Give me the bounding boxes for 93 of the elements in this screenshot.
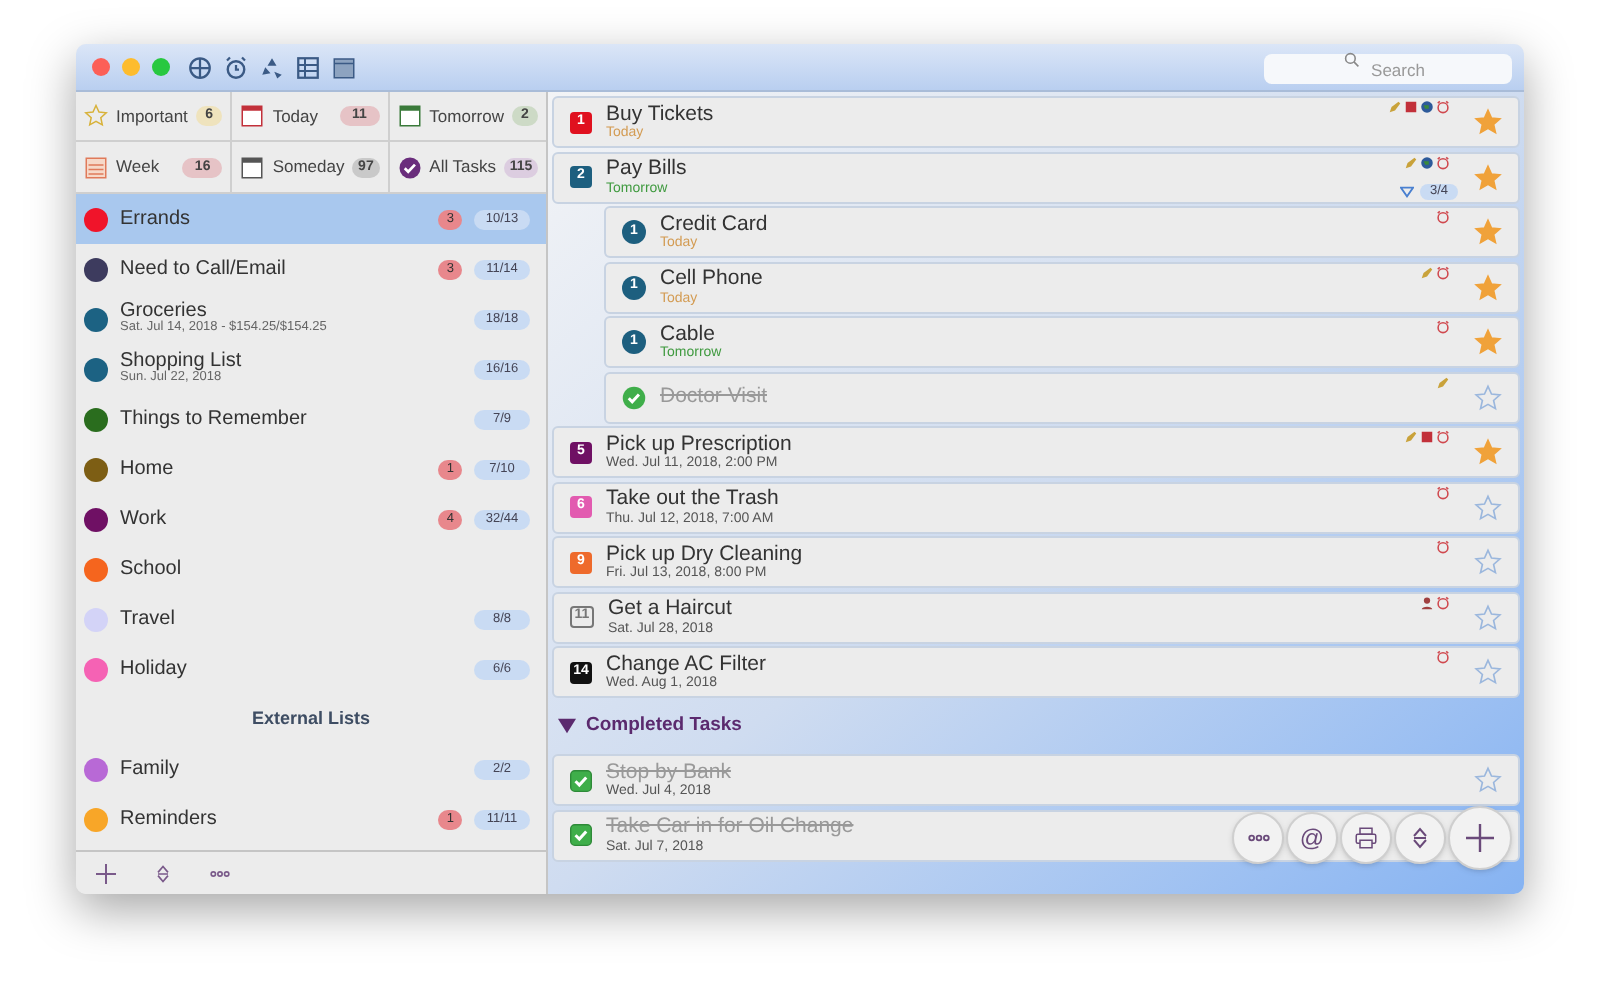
printer-icon	[1354, 826, 1378, 850]
smart-list-label: Week	[116, 154, 162, 180]
alarm-icon	[1436, 210, 1450, 224]
sort-icon	[1412, 826, 1428, 850]
calendar-icon	[84, 155, 108, 179]
star-icon	[84, 104, 108, 128]
section-toggle[interactable]: Completed Tasks	[552, 701, 1520, 751]
alarm-icon	[1436, 430, 1450, 444]
calendar-icon	[1420, 430, 1434, 444]
smart-list-label: Important	[116, 103, 188, 129]
person-icon	[1420, 595, 1434, 609]
star-icon[interactable]	[1474, 163, 1502, 191]
task-title: Take out the Trash	[606, 488, 779, 510]
alarm-icon	[1436, 540, 1450, 554]
pencil-icon	[1420, 265, 1434, 279]
task-title: Get a Haircut	[608, 598, 732, 620]
calendar-icon[interactable]	[332, 55, 356, 79]
pencil-icon	[1436, 375, 1450, 389]
pencil-icon	[1388, 100, 1402, 114]
calendar-icon	[240, 155, 265, 179]
sort-icon[interactable]	[156, 863, 170, 883]
check-circle-icon[interactable]	[622, 385, 646, 409]
star-icon[interactable]	[1474, 548, 1502, 576]
alarm-icon[interactable]	[224, 55, 248, 79]
plus-icon[interactable]	[96, 863, 116, 883]
checkbox[interactable]	[570, 769, 592, 791]
star-icon[interactable]	[1474, 603, 1502, 631]
list-name: Need to Call/Email	[120, 259, 288, 279]
smart-list-label: Tomorrow	[429, 103, 504, 129]
task-title: Credit Card	[660, 213, 768, 235]
globe-icon	[1420, 100, 1434, 114]
list-name: Family	[120, 759, 181, 779]
alarm-icon	[1436, 650, 1450, 664]
pencil-icon	[1404, 155, 1418, 169]
alarm-icon	[1436, 155, 1450, 169]
list-name: Reminders	[120, 809, 219, 829]
table-icon[interactable]	[296, 55, 320, 79]
star-icon[interactable]	[1474, 273, 1502, 301]
add-task-button[interactable]	[1448, 806, 1512, 870]
close-button[interactable]	[92, 58, 110, 76]
list-name: Shopping List	[120, 352, 244, 373]
smart-list-label: All Tasks	[429, 154, 497, 180]
list-name: Errands	[120, 209, 193, 229]
crosshair-icon[interactable]	[188, 55, 212, 79]
star-icon[interactable]	[1474, 438, 1502, 466]
list-name: Home	[120, 459, 176, 479]
list-name: Holiday	[120, 659, 189, 679]
list-name: Travel	[120, 609, 177, 629]
smart-list-label: Someday	[272, 154, 345, 180]
task-title: Take Car in for Oil Change	[606, 816, 854, 838]
zoom-button[interactable]	[152, 58, 170, 76]
list-item[interactable]: School	[76, 544, 546, 594]
section-header: External Lists	[251, 705, 371, 732]
star-icon[interactable]	[1474, 493, 1502, 521]
alarm-icon	[1436, 100, 1450, 114]
list-name: School	[120, 559, 184, 579]
star-icon[interactable]	[1474, 766, 1502, 794]
calendar-icon	[397, 104, 422, 128]
smart-list-label: Today	[272, 103, 321, 129]
star-icon[interactable]	[1474, 108, 1502, 136]
list-name: Groceries	[120, 302, 207, 323]
task-title: Pick up Prescription	[606, 433, 792, 455]
search-icon	[1344, 51, 1360, 67]
alarm-icon	[1436, 595, 1450, 609]
star-icon[interactable]	[1474, 328, 1502, 356]
task-title: Pick up Dry Cleaning	[606, 543, 803, 565]
task-title: Cell Phone	[660, 268, 763, 290]
check-circle-icon	[397, 155, 422, 179]
calendar-icon	[240, 104, 265, 128]
alarm-icon	[1436, 265, 1450, 279]
task-title: Change AC Filter	[606, 653, 766, 675]
task-title: Stop by Bank	[606, 761, 731, 783]
task-title: Cable	[660, 323, 715, 345]
star-icon[interactable]	[1474, 218, 1502, 246]
task-title: Doctor Visit	[660, 386, 767, 408]
task-title: Pay Bills	[606, 158, 687, 180]
calendar-icon	[1404, 100, 1418, 114]
search-field[interactable]: Search	[1264, 54, 1512, 84]
disclosure-triangle-icon	[558, 718, 576, 734]
ellipsis-icon	[1247, 834, 1269, 842]
ellipsis-icon[interactable]	[210, 869, 230, 877]
list-name: Things to Remember	[120, 409, 309, 429]
plus-icon	[1466, 824, 1494, 852]
pencil-icon	[1404, 430, 1418, 444]
checkbox[interactable]	[570, 824, 592, 846]
list-name: Work	[120, 509, 169, 529]
star-icon[interactable]	[1474, 658, 1502, 686]
alarm-icon	[1436, 485, 1450, 499]
task-title: Buy Tickets	[606, 103, 714, 125]
globe-icon	[1420, 155, 1434, 169]
disclosure-triangle-icon[interactable]	[1399, 185, 1414, 197]
alarm-icon	[1436, 320, 1450, 334]
star-icon[interactable]	[1474, 383, 1502, 411]
